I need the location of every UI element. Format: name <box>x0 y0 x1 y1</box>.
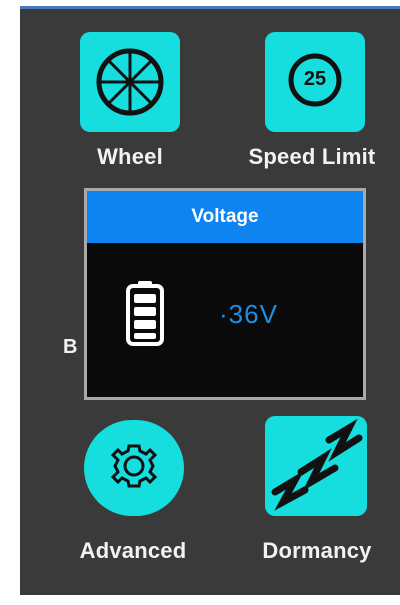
gear-icon <box>110 444 158 488</box>
voltage-dialog: Voltage ·36V <box>84 188 366 400</box>
dormancy-button[interactable] <box>265 416 367 516</box>
advanced-label: Advanced <box>79 538 187 563</box>
voltage-value: ·36V <box>219 299 278 329</box>
sleep-zzz-icon <box>271 418 363 511</box>
screen-top-strip <box>20 6 400 9</box>
wheel-button[interactable] <box>80 32 180 132</box>
wheel-icon <box>96 48 164 116</box>
dormancy-label: Dormancy <box>262 538 372 563</box>
hidden-menu-label: B <box>63 336 78 358</box>
speed-limit-label: Speed Limit <box>248 144 376 169</box>
speed-limit-button[interactable]: 25 <box>265 32 365 132</box>
dialog-title: Voltage <box>87 191 363 243</box>
wheel-label: Wheel <box>97 144 163 169</box>
speed-limit-value: 25 <box>303 68 327 90</box>
advanced-button[interactable] <box>84 420 184 516</box>
battery-full-icon <box>125 279 165 352</box>
